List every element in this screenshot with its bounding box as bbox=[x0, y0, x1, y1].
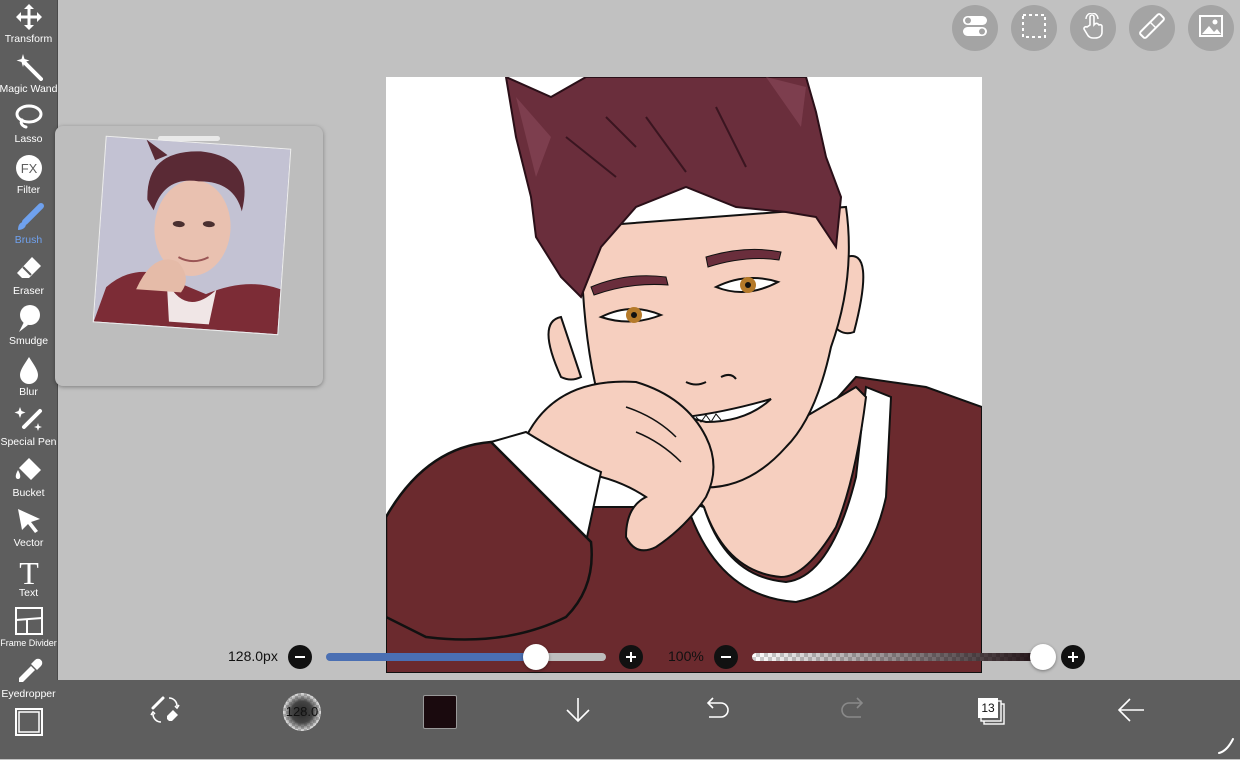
tool-eyedropper[interactable]: Eyedropper bbox=[0, 657, 57, 707]
selection-button[interactable] bbox=[1011, 5, 1057, 51]
brush-size-decrease-button[interactable] bbox=[288, 645, 312, 669]
save-download-button[interactable] bbox=[554, 690, 602, 734]
brush-size-increase-button[interactable] bbox=[619, 645, 643, 669]
gallery-icon bbox=[1198, 13, 1224, 44]
opacity-slider[interactable] bbox=[752, 653, 1052, 661]
touch-hand-icon bbox=[1080, 11, 1106, 44]
cursor-arrow-icon bbox=[14, 506, 44, 536]
magic-wand-icon bbox=[14, 52, 44, 82]
layer-count: 13 bbox=[981, 701, 995, 715]
back-button[interactable] bbox=[1107, 690, 1155, 734]
svg-text:T: T bbox=[19, 556, 39, 586]
settings-toggle-button[interactable] bbox=[952, 5, 998, 51]
tool-label: Lasso bbox=[14, 133, 43, 145]
color-swatch-button[interactable] bbox=[416, 690, 464, 734]
brush-eraser-swap-button[interactable] bbox=[141, 690, 189, 734]
tool-label: Frame Divider bbox=[0, 638, 57, 648]
opacity-slider-thumb[interactable] bbox=[1030, 644, 1056, 670]
layers-button[interactable]: 13 bbox=[968, 690, 1016, 734]
smudge-icon bbox=[14, 304, 44, 334]
selection-icon bbox=[1021, 13, 1047, 44]
arrow-left-icon bbox=[1116, 695, 1146, 730]
tool-label: Smudge bbox=[8, 335, 49, 347]
tool-lasso[interactable]: Lasso bbox=[0, 102, 57, 152]
tool-text[interactable]: T Text bbox=[0, 556, 57, 606]
tool-label: Text bbox=[18, 587, 39, 599]
minus-icon bbox=[294, 648, 306, 666]
brush-preview-size: 128.0 bbox=[285, 704, 319, 719]
lasso-icon bbox=[14, 102, 44, 132]
tool-label: Blur bbox=[19, 386, 38, 398]
tool-label: Special Pen bbox=[0, 436, 57, 448]
brush-eraser-swap-icon bbox=[149, 694, 181, 731]
move-arrows-icon bbox=[14, 2, 44, 32]
toggle-icon bbox=[962, 13, 988, 44]
tool-filter[interactable]: FX Filter bbox=[0, 153, 57, 203]
current-color-swatch bbox=[423, 695, 457, 729]
tool-label: Filter bbox=[16, 184, 41, 196]
redo-button[interactable] bbox=[830, 690, 878, 734]
tool-label: Transform bbox=[4, 33, 53, 45]
drawing-canvas[interactable] bbox=[386, 77, 982, 673]
tool-special-pen[interactable]: Special Pen bbox=[0, 405, 57, 455]
tool-label: Brush bbox=[14, 234, 43, 246]
brush-preview: 128.0 bbox=[283, 693, 321, 731]
reference-window[interactable] bbox=[55, 126, 323, 386]
tool-blur[interactable]: Blur bbox=[0, 355, 57, 405]
ruler-icon bbox=[1139, 12, 1165, 44]
tool-bucket[interactable]: Bucket bbox=[0, 456, 57, 506]
tool-brush[interactable]: Brush bbox=[0, 203, 57, 253]
brush-size-slider-fill bbox=[326, 653, 536, 661]
tool-frame-divider[interactable]: Frame Divider bbox=[0, 606, 57, 656]
canvas-frame-icon bbox=[14, 707, 44, 737]
tool-label: Bucket bbox=[12, 487, 45, 499]
sparkle-pen-icon bbox=[14, 405, 44, 435]
frame-divider-icon bbox=[14, 606, 44, 636]
fx-icon: FX bbox=[14, 153, 44, 183]
tool-transform[interactable]: Transform bbox=[0, 2, 57, 52]
layers-stack-icon: 13 bbox=[977, 697, 1007, 727]
tool-canvas-frame[interactable] bbox=[0, 707, 57, 757]
tool-label: Vector bbox=[13, 537, 44, 549]
tool-sidebar: Transform Magic Wand Lasso FX Filter Bru… bbox=[0, 0, 58, 759]
svg-text:FX: FX bbox=[20, 161, 37, 176]
gallery-button[interactable] bbox=[1188, 5, 1234, 51]
tool-eraser[interactable]: Eraser bbox=[0, 254, 57, 304]
ruler-button[interactable] bbox=[1129, 5, 1175, 51]
opacity-readout: 100% bbox=[668, 648, 704, 664]
touch-button[interactable] bbox=[1070, 5, 1116, 51]
undo-button[interactable] bbox=[692, 690, 740, 734]
tool-label: Eraser bbox=[13, 285, 44, 297]
brush-size-slider-thumb[interactable] bbox=[523, 644, 549, 670]
brush-settings-button[interactable]: 128.0 bbox=[278, 690, 326, 734]
droplet-icon bbox=[14, 355, 44, 385]
bucket-icon bbox=[14, 456, 44, 486]
eyedropper-icon bbox=[14, 657, 44, 687]
eraser-icon bbox=[14, 254, 44, 284]
reference-photo bbox=[92, 135, 292, 336]
plus-icon bbox=[625, 648, 637, 666]
bottom-toolbar: 128.0 13 bbox=[57, 680, 1240, 759]
tool-magic-wand[interactable]: Magic Wand bbox=[0, 52, 57, 102]
tool-smudge[interactable]: Smudge bbox=[0, 304, 57, 354]
brush-icon bbox=[14, 203, 44, 233]
brush-size-slider[interactable] bbox=[326, 653, 606, 661]
tool-label: Magic Wand bbox=[0, 83, 58, 95]
opacity-decrease-button[interactable] bbox=[714, 645, 738, 669]
redo-icon bbox=[839, 695, 869, 730]
plus-icon bbox=[1067, 648, 1079, 666]
undo-icon bbox=[701, 695, 731, 730]
opacity-increase-button[interactable] bbox=[1061, 645, 1085, 669]
text-icon: T bbox=[14, 556, 44, 586]
arrow-down-icon bbox=[563, 695, 593, 730]
brush-size-readout: 128.0px bbox=[228, 648, 278, 664]
tool-vector[interactable]: Vector bbox=[0, 506, 57, 556]
tool-label: Eyedropper bbox=[1, 688, 56, 700]
minus-icon bbox=[720, 648, 732, 666]
stylus-indicator-icon bbox=[1217, 735, 1237, 760]
